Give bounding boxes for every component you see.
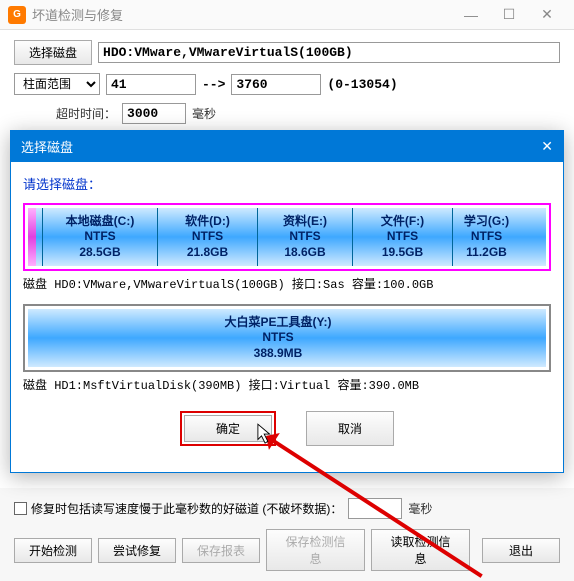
partition[interactable]: 本地磁盘(C:)NTFS28.5GB xyxy=(42,208,157,266)
partition[interactable]: 软件(D:)NTFS21.8GB xyxy=(157,208,257,266)
save-info-button[interactable]: 保存检测信息 xyxy=(266,529,365,571)
app-logo-icon: G xyxy=(8,6,26,24)
cyl-start-input[interactable] xyxy=(106,74,196,95)
dialog-titlebar: 选择磁盘 ✕ xyxy=(11,131,563,162)
disk-0-info: 磁盘 HD0:VMware,VMwareVirtualS(100GB) 接口:S… xyxy=(23,275,551,292)
range-type-select[interactable]: 柱面范围 xyxy=(14,73,100,95)
exit-button[interactable]: 退出 xyxy=(482,538,560,563)
checkbox-icon xyxy=(14,502,27,515)
disk-1-info: 磁盘 HD1:MsftVirtualDisk(390MB) 接口:Virtual… xyxy=(23,376,551,393)
select-disk-button[interactable]: 选择磁盘 xyxy=(14,40,92,65)
partition[interactable]: 资料(E:)NTFS18.6GB xyxy=(257,208,352,266)
timeout-label: 超时时间： xyxy=(56,105,116,122)
repair-slow-label: 修复时包括读写速度慢于此毫秒数的好磁道 (不破坏数据)： xyxy=(31,500,342,517)
timeout-input[interactable] xyxy=(122,103,186,124)
ms-unit-2: 毫秒 xyxy=(408,500,432,517)
disk-1[interactable]: 大白菜PE工具盘(Y:)NTFS388.9MB xyxy=(23,304,551,372)
partition[interactable]: 学习(G:)NTFS11.2GB xyxy=(452,208,520,266)
dialog-title: 选择磁盘 xyxy=(21,137,73,156)
save-report-button[interactable]: 保存报表 xyxy=(182,538,260,563)
select-disk-dialog: 选择磁盘 ✕ 请选择磁盘： 本地磁盘(C:)NTFS28.5GB软件(D:)NT… xyxy=(10,130,564,473)
partition[interactable]: 大白菜PE工具盘(Y:)NTFS388.9MB xyxy=(28,309,528,367)
partition[interactable]: 文件(F:)NTFS19.5GB xyxy=(352,208,452,266)
bottom-panel: 修复时包括读写速度慢于此毫秒数的好磁道 (不破坏数据)： 毫秒 开始检测 尝试修… xyxy=(0,488,574,581)
dialog-prompt: 请选择磁盘： xyxy=(23,174,551,193)
close-button[interactable]: ✕ xyxy=(528,1,566,29)
disk-path-field[interactable] xyxy=(98,42,560,63)
disk-0[interactable]: 本地磁盘(C:)NTFS28.5GB软件(D:)NTFS21.8GB资料(E:)… xyxy=(23,203,551,271)
cancel-button[interactable]: 取消 xyxy=(306,411,394,446)
try-repair-button[interactable]: 尝试修复 xyxy=(98,538,176,563)
window-title: 坏道检测与修复 xyxy=(32,5,452,24)
cyl-max-label: (0-13054) xyxy=(327,77,397,92)
ms-unit: 毫秒 xyxy=(192,105,216,122)
dialog-close-button[interactable]: ✕ xyxy=(541,138,553,155)
titlebar: G 坏道检测与修复 — ☐ ✕ xyxy=(0,0,574,30)
start-check-button[interactable]: 开始检测 xyxy=(14,538,92,563)
arrow-label: --> xyxy=(202,77,225,92)
repair-slow-checkbox[interactable]: 修复时包括读写速度慢于此毫秒数的好磁道 (不破坏数据)： xyxy=(14,500,342,517)
minimize-button[interactable]: — xyxy=(452,1,490,29)
maximize-button[interactable]: ☐ xyxy=(490,1,528,29)
cyl-end-input[interactable] xyxy=(231,74,321,95)
